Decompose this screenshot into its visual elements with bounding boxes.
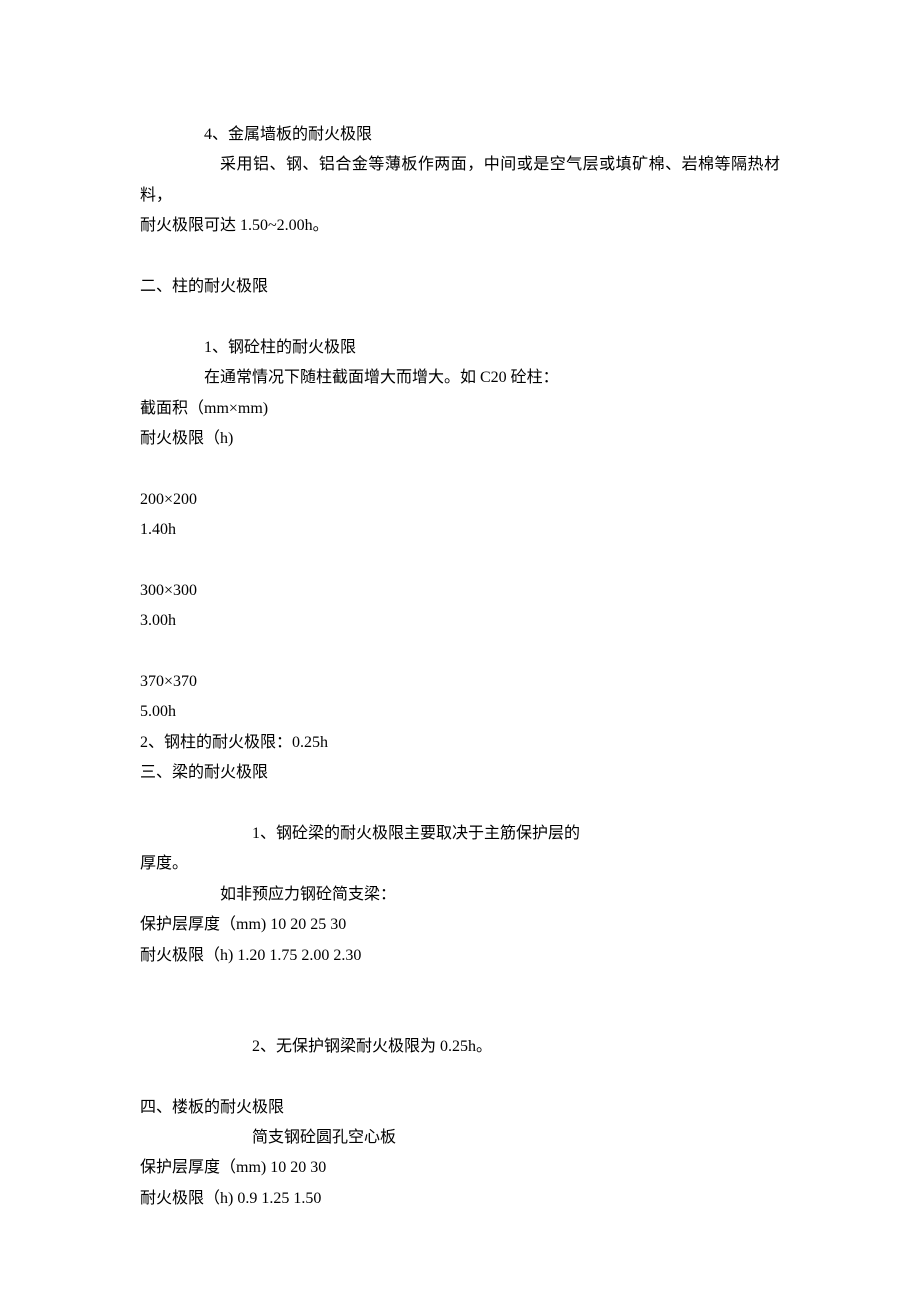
spacer xyxy=(140,1062,780,1092)
sec2-sub1-title: 1、钢砼柱的耐火极限 xyxy=(140,333,780,363)
sec3-sub2: 2、无保护钢梁耐火极限为 0.25h。 xyxy=(140,1032,780,1062)
spacer xyxy=(140,1001,780,1031)
sec4-row-a: 保护层厚度（mm) 10 20 30 xyxy=(140,1153,780,1183)
sec2-sub1-line: 在通常情况下随柱截面增大而增大。如 C20 砼柱： xyxy=(140,363,780,393)
sec3-row-b: 耐火极限（h) 1.20 1.75 2.00 2.30 xyxy=(140,941,780,971)
sec4-sub: 简支钢砼圆孔空心板 xyxy=(140,1123,780,1153)
sec2-sub2: 2、钢柱的耐火极限：0.25h xyxy=(140,728,780,758)
sec4-heading: 四、楼板的耐火极限 xyxy=(140,1093,780,1123)
spacer xyxy=(140,545,780,575)
sec3-sub1-a: 1、钢砼梁的耐火极限主要取决于主筋保护层的 xyxy=(140,819,780,849)
sec3-sub1-b: 厚度。 xyxy=(140,849,780,879)
sec1-line1: 采用铝、钢、铝合金等薄板作两面，中间或是空气层或填矿棉、岩棉等隔热材料， xyxy=(140,150,780,211)
sec4-row-b: 耐火极限（h) 0.9 1.25 1.50 xyxy=(140,1184,780,1214)
sec2-d3a: 370×370 xyxy=(140,667,780,697)
sec2-d1b: 1.40h xyxy=(140,515,780,545)
spacer xyxy=(140,789,780,819)
spacer xyxy=(140,637,780,667)
sec2-d2b: 3.00h xyxy=(140,606,780,636)
sec2-d1a: 200×200 xyxy=(140,485,780,515)
sec2-row-a: 截面积（mm×mm) xyxy=(140,394,780,424)
sec2-heading: 二、柱的耐火极限 xyxy=(140,272,780,302)
sec2-d2a: 300×300 xyxy=(140,576,780,606)
sec3-row-a: 保护层厚度（mm) 10 20 25 30 xyxy=(140,910,780,940)
spacer xyxy=(140,971,780,1001)
spacer xyxy=(140,242,780,272)
sec1-line2: 耐火极限可达 1.50~2.00h。 xyxy=(140,211,780,241)
sec2-d3b: 5.00h xyxy=(140,697,780,727)
sec3-sub1-c: 如非预应力钢砼简支梁： xyxy=(140,880,780,910)
sec1-title: 4、金属墙板的耐火极限 xyxy=(140,120,780,150)
sec2-row-b: 耐火极限（h) xyxy=(140,424,780,454)
sec3-heading: 三、梁的耐火极限 xyxy=(140,758,780,788)
spacer xyxy=(140,302,780,332)
spacer xyxy=(140,454,780,484)
document-page: 4、金属墙板的耐火极限 采用铝、钢、铝合金等薄板作两面，中间或是空气层或填矿棉、… xyxy=(0,0,920,1302)
